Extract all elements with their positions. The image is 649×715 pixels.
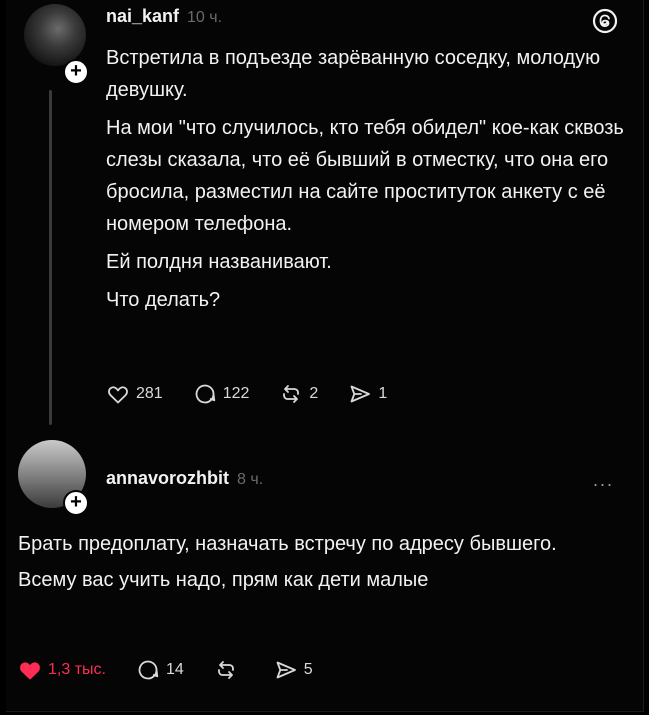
comment-icon bbox=[195, 384, 215, 404]
heart-icon bbox=[20, 662, 40, 680]
share-count: 1 bbox=[378, 385, 388, 402]
like-count: 281 bbox=[136, 385, 163, 402]
share-button[interactable]: 1 bbox=[348, 382, 387, 406]
comment-icon bbox=[138, 660, 159, 680]
post-paragraph: Ей полдня названивают. bbox=[106, 251, 332, 273]
reply-time: 8 ч. bbox=[237, 471, 264, 488]
post-username[interactable]: nai_kanf 10 ч. bbox=[106, 6, 222, 27]
post-paragraph: Что делать? bbox=[106, 289, 221, 311]
repost-icon bbox=[217, 661, 234, 679]
repost-button[interactable]: 2 bbox=[279, 382, 318, 406]
post-paragraph: Встретила в подъезде зарёванную соседку,… bbox=[106, 47, 601, 101]
like-button[interactable]: 281 bbox=[106, 382, 163, 406]
share-icon bbox=[350, 385, 371, 403]
thread-connector-line bbox=[49, 90, 52, 425]
post-username-text[interactable]: nai_kanf bbox=[106, 6, 179, 26]
post-body: Встретила в подъезде зарёванную соседку,… bbox=[106, 42, 626, 322]
reply-username-text[interactable]: annavorozhbit bbox=[106, 468, 229, 488]
comment-count: 122 bbox=[222, 385, 250, 402]
follow-plus-icon[interactable]: + bbox=[63, 490, 89, 516]
reply-paragraph: Всему вас учить надо, прям как дети малы… bbox=[18, 569, 429, 591]
post-paragraph: На мои "что случилось, кто тебя обидел" … bbox=[106, 117, 624, 235]
post-actions: 281 122 2 1 bbox=[106, 382, 417, 406]
reply-username[interactable]: annavorozhbit 8 ч. bbox=[106, 468, 263, 489]
reply-actions: 1,3 тыс. 14 5 bbox=[18, 658, 343, 682]
threads-logo-icon[interactable] bbox=[592, 8, 618, 34]
like-count: 1,3 тыс. bbox=[48, 661, 106, 678]
comment-button[interactable]: 122 bbox=[193, 382, 250, 406]
post-time: 10 ч. bbox=[187, 9, 223, 26]
comment-count: 14 bbox=[165, 661, 184, 678]
like-button[interactable]: 1,3 тыс. bbox=[18, 658, 106, 682]
comment-button[interactable]: 14 bbox=[136, 658, 184, 682]
reply-body: Брать предоплату, назначать встречу по а… bbox=[18, 528, 618, 600]
avatar[interactable] bbox=[24, 4, 86, 66]
more-options-icon[interactable]: ... bbox=[593, 470, 614, 491]
share-button[interactable]: 5 bbox=[274, 658, 313, 682]
share-icon bbox=[276, 661, 296, 679]
share-count: 5 bbox=[303, 661, 313, 678]
heart-icon bbox=[108, 386, 128, 404]
follow-plus-icon[interactable]: + bbox=[63, 59, 89, 85]
repost-button[interactable] bbox=[214, 658, 244, 682]
reply-paragraph: Брать предоплату, назначать встречу по а… bbox=[18, 533, 557, 555]
repost-count: 2 bbox=[309, 385, 319, 402]
repost-icon bbox=[283, 385, 300, 403]
